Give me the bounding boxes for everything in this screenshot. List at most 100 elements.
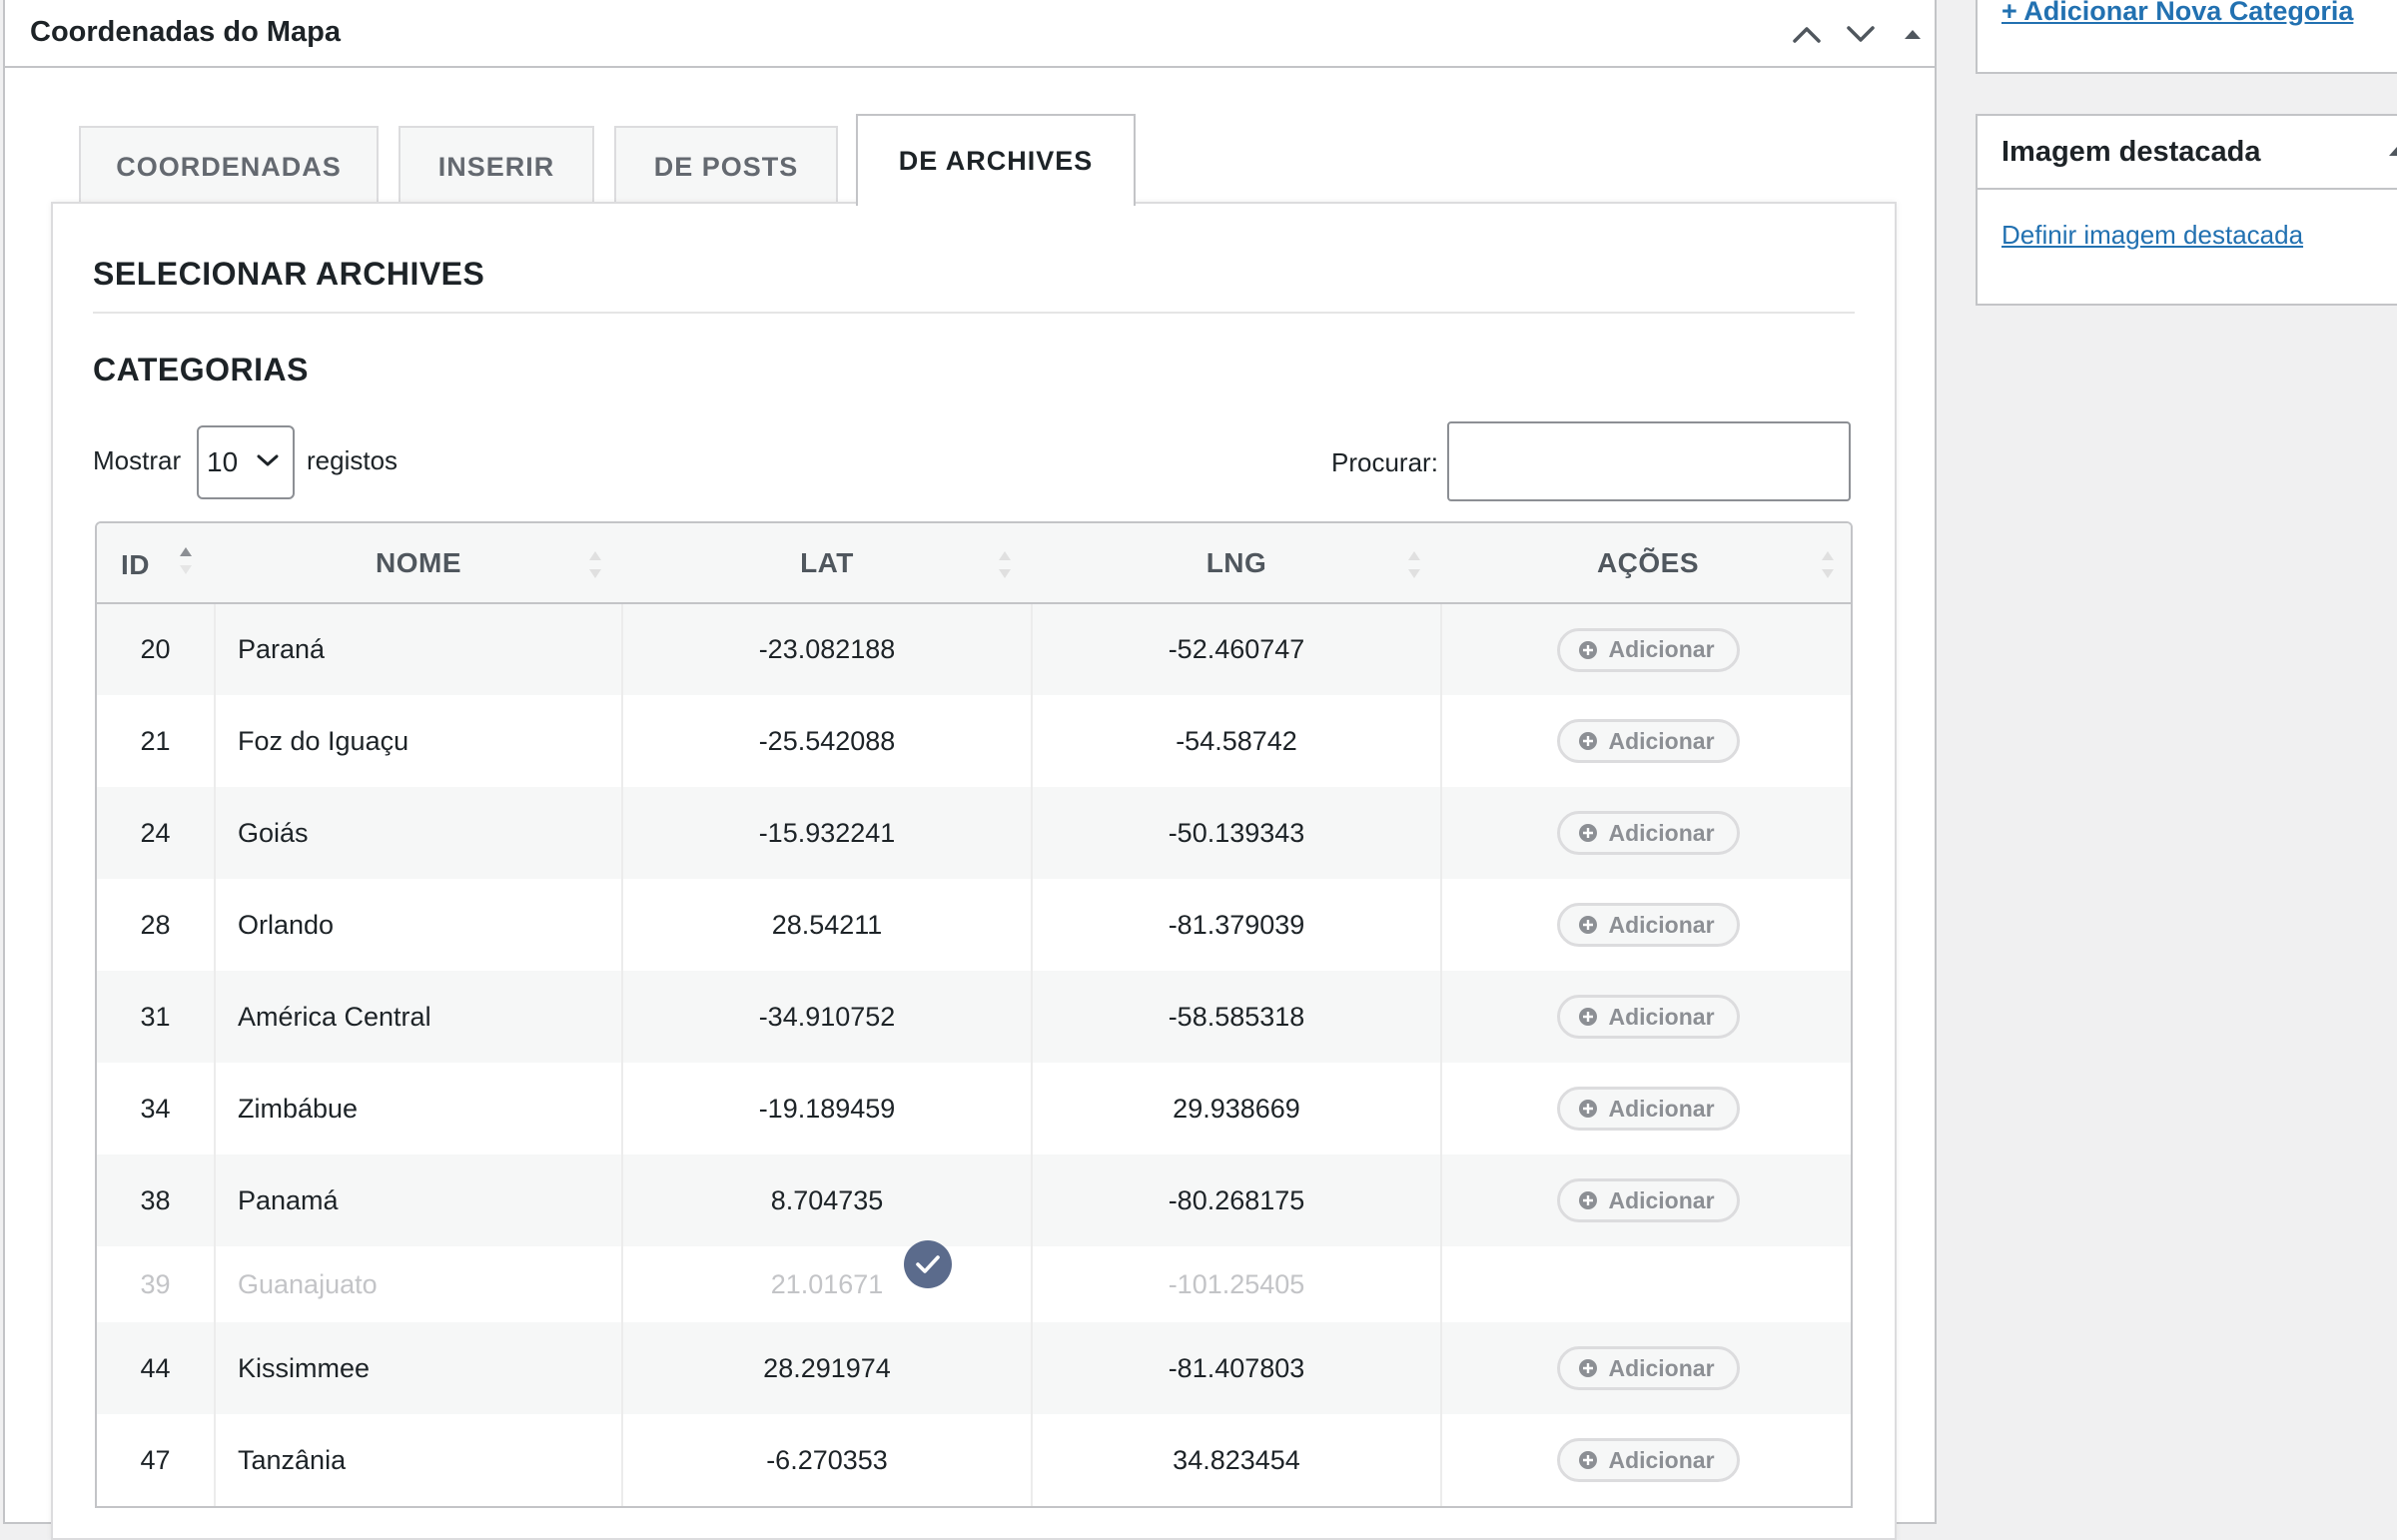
cell-lng: -52.460747 xyxy=(1032,603,1442,695)
add-button-label: Adicionar xyxy=(1608,819,1715,846)
cell-actions xyxy=(1441,1246,1851,1322)
featured-image-box: Imagem destacada Definir imagem destacad… xyxy=(1976,114,2397,306)
tab-label: INSERIR xyxy=(437,151,555,182)
add-button[interactable]: Adicionar xyxy=(1557,995,1740,1039)
plus-circle-icon xyxy=(1579,640,1598,659)
search-label: Procurar: xyxy=(1331,447,1438,477)
cell-actions: Adicionar xyxy=(1441,971,1851,1063)
move-up-icon[interactable] xyxy=(1787,14,1827,54)
add-button-label: Adicionar xyxy=(1608,1003,1715,1030)
page-length-select[interactable]: 10 xyxy=(197,425,295,499)
set-featured-image-link[interactable]: Definir imagem destacada xyxy=(2001,220,2303,251)
add-button-label: Adicionar xyxy=(1608,636,1715,662)
cell-id: 28 xyxy=(97,879,216,971)
map-coordinates-metabox: Coordenadas do Mapa COORDENADAS INSERIR … xyxy=(3,0,1937,1540)
add-button[interactable]: Adicionar xyxy=(1557,627,1740,672)
add-button[interactable]: Adicionar xyxy=(1557,1087,1740,1131)
cell-id: 34 xyxy=(97,1063,216,1155)
add-button[interactable]: Adicionar xyxy=(1557,811,1740,855)
sort-icon xyxy=(589,551,601,578)
cell-lng: -50.139343 xyxy=(1032,787,1442,879)
categories-table: ID NOME LAT LNG AÇÕES 20 Paraná -23.0821… xyxy=(95,521,1853,1508)
cell-lat: 28.54211 xyxy=(622,879,1033,971)
tab-de-archives[interactable]: DE ARCHIVES xyxy=(856,114,1136,206)
cell-lat: 21.01671 xyxy=(622,1246,1033,1322)
add-button-label: Adicionar xyxy=(1608,727,1715,754)
cell-actions: Adicionar xyxy=(1441,879,1851,971)
cell-lat: -6.270353 xyxy=(622,1414,1033,1506)
plus-circle-icon xyxy=(1579,1008,1598,1026)
cell-actions: Adicionar xyxy=(1441,1155,1851,1246)
table-row-added: 39 Guanajuato 21.01671 -101.25405 xyxy=(97,1246,1851,1322)
cell-id: 38 xyxy=(97,1155,216,1246)
add-new-category-link[interactable]: + Adicionar Nova Categoria xyxy=(2001,0,2353,27)
cell-lng: -54.58742 xyxy=(1032,695,1442,787)
tab-de-posts[interactable]: DE POSTS xyxy=(614,126,838,206)
table-row: 24 Goiás -15.932241 -50.139343 Adicionar xyxy=(97,787,1851,879)
plus-circle-icon xyxy=(1579,916,1598,934)
cell-name: Zimbábue xyxy=(215,1063,623,1155)
plus-circle-icon xyxy=(1579,824,1598,842)
cell-lat: -25.542088 xyxy=(622,695,1033,787)
cell-name: Paraná xyxy=(215,603,623,695)
cell-id: 21 xyxy=(97,695,216,787)
collapse-toggle-icon[interactable] xyxy=(1893,14,1933,54)
tab-label: COORDENADAS xyxy=(116,151,342,182)
collapse-toggle-icon[interactable] xyxy=(2387,144,2397,158)
cell-id: 31 xyxy=(97,971,216,1063)
add-button[interactable]: Adicionar xyxy=(1557,903,1740,947)
column-header-id[interactable]: ID xyxy=(97,523,215,604)
column-header-lng[interactable]: LNG xyxy=(1032,523,1441,604)
cell-name: Panamá xyxy=(215,1155,623,1246)
tab-inserir[interactable]: INSERIR xyxy=(399,126,594,206)
cell-name: Orlando xyxy=(215,879,623,971)
cell-lng: -81.407803 xyxy=(1032,1322,1442,1414)
add-button[interactable]: Adicionar xyxy=(1557,1346,1740,1390)
metabox-header: Coordenadas do Mapa xyxy=(5,0,1935,68)
cell-lat: -34.910752 xyxy=(622,971,1033,1063)
search-input[interactable] xyxy=(1447,421,1851,501)
plus-circle-icon xyxy=(1579,1451,1598,1469)
cell-name: Guanajuato xyxy=(215,1246,623,1322)
divider xyxy=(93,312,1855,314)
length-label: Mostrar xyxy=(93,445,182,475)
cell-lat: -23.082188 xyxy=(622,603,1033,695)
cell-id: 39 xyxy=(97,1246,216,1322)
cell-lng: 34.823454 xyxy=(1032,1414,1442,1506)
cell-name: Goiás xyxy=(215,787,623,879)
table-row: 34 Zimbábue -19.189459 29.938669 Adicion… xyxy=(97,1063,1851,1155)
cell-actions: Adicionar xyxy=(1441,787,1851,879)
table-row: 31 América Central -34.910752 -58.585318… xyxy=(97,971,1851,1063)
cell-actions: Adicionar xyxy=(1441,1414,1851,1506)
move-down-icon[interactable] xyxy=(1841,14,1881,54)
plus-circle-icon xyxy=(1579,1191,1598,1209)
add-button[interactable]: Adicionar xyxy=(1557,1178,1740,1222)
length-suffix: registos xyxy=(307,445,399,475)
cell-lng: -101.25405 xyxy=(1032,1246,1442,1322)
add-button-label: Adicionar xyxy=(1608,1186,1715,1213)
sort-icon xyxy=(999,551,1011,578)
sort-asc-icon xyxy=(180,547,192,574)
section-title: CATEGORIAS xyxy=(93,352,309,387)
column-header-lat[interactable]: LAT xyxy=(622,523,1032,604)
tab-label: DE POSTS xyxy=(653,151,799,182)
cell-lng: -58.585318 xyxy=(1032,971,1442,1063)
table-row: 28 Orlando 28.54211 -81.379039 Adicionar xyxy=(97,879,1851,971)
add-button-label: Adicionar xyxy=(1608,911,1715,938)
check-icon xyxy=(904,1240,952,1288)
cell-id: 20 xyxy=(97,603,216,695)
add-button[interactable]: Adicionar xyxy=(1557,1438,1740,1482)
panel-title: SELECIONAR ARCHIVES xyxy=(93,256,485,292)
tab-coordenadas[interactable]: COORDENADAS xyxy=(79,126,379,206)
cell-id: 24 xyxy=(97,787,216,879)
add-button-label: Adicionar xyxy=(1608,1354,1715,1381)
column-header-name[interactable]: NOME xyxy=(215,523,622,604)
cell-name: Kissimmee xyxy=(215,1322,623,1414)
column-header-actions[interactable]: AÇÕES xyxy=(1441,523,1851,604)
table-row: 47 Tanzânia -6.270353 34.823454 Adiciona… xyxy=(97,1414,1851,1506)
tab-panel-archives: SELECIONAR ARCHIVES CATEGORIAS Mostrar 1… xyxy=(51,202,1897,1540)
featured-image-title: Imagem destacada xyxy=(2001,136,2261,168)
cell-lng: -81.379039 xyxy=(1032,879,1442,971)
add-button[interactable]: Adicionar xyxy=(1557,719,1740,763)
plus-circle-icon xyxy=(1579,1359,1598,1377)
